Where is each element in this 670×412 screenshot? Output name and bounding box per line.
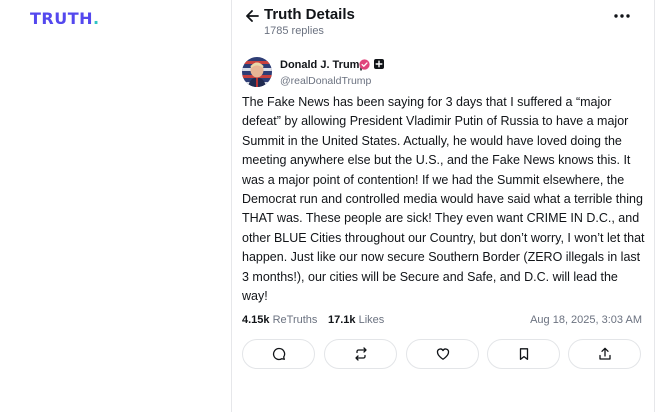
right-divider: [654, 0, 655, 412]
more-horizontal-icon: [614, 14, 630, 18]
header: Truth Details 1785 replies: [232, 0, 654, 44]
post-stats: 4.15k ReTruths 17.1k Likes Aug 18, 2025,…: [242, 314, 642, 330]
page-title: Truth Details: [264, 6, 355, 23]
author-name[interactable]: Donald J. Trump: [280, 59, 366, 71]
action-bar: [242, 339, 644, 370]
plus-badge-icon: [374, 59, 384, 69]
likes-stat[interactable]: 17.1k Likes: [328, 314, 384, 326]
author-avatar[interactable]: [242, 57, 272, 87]
post-body: The Fake News has been saying for 3 days…: [242, 95, 645, 304]
share-button[interactable]: [568, 339, 641, 369]
likes-count: 17.1k: [328, 314, 356, 326]
logo-text: TRUTH: [30, 9, 94, 28]
share-icon: [598, 347, 611, 360]
arrow-left-icon: [246, 10, 259, 22]
back-button[interactable]: [242, 7, 262, 25]
reply-button[interactable]: [242, 339, 315, 369]
replies-count: 1785 replies: [264, 25, 324, 37]
like-icon: [436, 348, 449, 360]
likes-label: Likes: [358, 314, 385, 326]
avatar-image: [242, 57, 272, 87]
retruth-icon: [354, 347, 367, 361]
retruth-button[interactable]: [324, 339, 397, 369]
logo-dot: .: [93, 9, 100, 28]
bookmark-button[interactable]: [487, 339, 560, 369]
bookmark-icon: [519, 348, 528, 360]
retruths-count: 4.15k: [242, 314, 270, 326]
more-options-button[interactable]: [612, 8, 632, 24]
truth-details-panel: Truth Details 1785 replies Donald J. Tru…: [232, 0, 654, 412]
retruths-stat[interactable]: 4.15k ReTruths: [242, 314, 317, 326]
post-timestamp: Aug 18, 2025, 3:03 AM: [530, 314, 642, 326]
left-rail: TRUTH.: [0, 0, 231, 412]
reply-icon: [272, 347, 285, 361]
author-handle[interactable]: @realDonaldTrump: [280, 75, 371, 87]
truth-logo[interactable]: TRUTH.: [30, 9, 100, 28]
verified-badge-icon: [359, 59, 370, 70]
like-button[interactable]: [406, 339, 479, 369]
retruths-label: ReTruths: [272, 314, 318, 326]
